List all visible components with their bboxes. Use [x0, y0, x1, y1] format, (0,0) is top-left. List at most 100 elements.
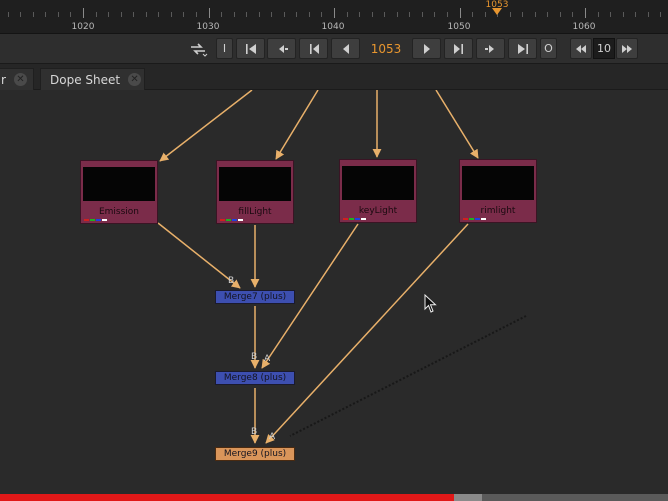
- channel-indicator: [463, 218, 486, 220]
- merge-node-merge8[interactable]: Merge8 (plus): [215, 371, 295, 385]
- render-progress-buffer: [454, 494, 483, 501]
- ruler-tick: [547, 12, 549, 17]
- ruler-tick: [484, 12, 486, 17]
- ruler-tick: [145, 12, 147, 17]
- ruler-tick: [221, 12, 223, 17]
- ruler-tick: [271, 12, 273, 17]
- node-label: keyLight: [358, 206, 398, 216]
- ruler-tick: [434, 12, 436, 17]
- ruler-tick: [258, 12, 260, 17]
- play-backward-icon: [342, 43, 349, 54]
- step-forward-button[interactable]: [444, 38, 473, 59]
- playhead-marker[interactable]: [492, 8, 502, 15]
- edge-rimlight-merge9: [265, 223, 469, 444]
- play-icon: [423, 43, 430, 54]
- ruler-tick: [7, 12, 9, 17]
- next-keyframe-icon: [484, 44, 494, 53]
- out-point-label: O: [544, 42, 553, 55]
- set-in-point-button[interactable]: I: [216, 38, 233, 59]
- play-backward-button[interactable]: [331, 38, 360, 59]
- ruler-tick: [660, 12, 662, 17]
- merge-node-merge7[interactable]: Merge7 (plus): [215, 290, 295, 304]
- ruler-tick: [45, 12, 47, 17]
- ruler-label-1020: 1020: [71, 22, 95, 32]
- step-back-button[interactable]: [299, 38, 328, 59]
- playback-toolbar: I 1053 O 10: [0, 34, 668, 64]
- render-progress-fill: [0, 494, 455, 501]
- read-node-rimlight[interactable]: rimlight: [459, 159, 537, 223]
- read-node-keylight[interactable]: keyLight: [339, 159, 417, 223]
- ruler-tick: [296, 12, 298, 17]
- panel-tab-bar: r ✕ Dope Sheet ✕: [0, 64, 668, 90]
- skip-back-increment-button[interactable]: [570, 38, 592, 59]
- skip-forward-increment-button[interactable]: [616, 38, 638, 59]
- ruler-tick: [396, 12, 398, 17]
- tab-label: Dope Sheet: [50, 72, 121, 87]
- ruler-label-1040: 1040: [321, 22, 345, 32]
- ruler-tick: [133, 12, 135, 17]
- set-out-point-button[interactable]: O: [540, 38, 557, 59]
- ruler-tick: [346, 12, 348, 17]
- ruler-tick: [559, 12, 561, 17]
- skip-to-start-icon: [245, 43, 256, 54]
- ruler-tick: [158, 12, 160, 17]
- previous-keyframe-button[interactable]: [267, 38, 296, 59]
- current-frame-field[interactable]: 1053: [364, 38, 408, 59]
- merge-node-merge9[interactable]: Merge9 (plus): [215, 447, 295, 461]
- step-back-icon: [309, 43, 319, 54]
- play-forward-button[interactable]: [412, 38, 441, 59]
- read-node-emission[interactable]: Emission: [80, 160, 158, 224]
- edge-into-filllight: [275, 90, 319, 160]
- ruler-tick: [32, 12, 34, 17]
- merge7-input-b-label: B: [228, 276, 235, 286]
- nuke-window: 1020 1030 1040 1050 1060 1053 I 1053 O 1…: [0, 0, 668, 501]
- ruler-tick: [246, 12, 248, 17]
- node-label: Emission: [98, 207, 140, 217]
- tab-dope-sheet[interactable]: Dope Sheet ✕: [40, 68, 145, 90]
- ruler-tick: [597, 12, 599, 17]
- rewind-icon: [576, 44, 586, 53]
- node-thumbnail: [462, 166, 534, 200]
- ruler-tick: [233, 12, 235, 17]
- ruler-tick: [371, 12, 373, 17]
- ruler-tick: [635, 12, 637, 17]
- ruler-tick: [20, 12, 22, 17]
- ruler-tick: [120, 12, 122, 17]
- ruler-tick: [359, 12, 361, 17]
- ruler-tick: [509, 12, 511, 17]
- read-node-filllight[interactable]: fillLight: [216, 160, 294, 224]
- ruler-label-1050: 1050: [447, 22, 471, 32]
- fast-forward-icon: [622, 44, 632, 53]
- node-graph[interactable]: Emission fillLight keyLight rimlight B M…: [0, 90, 668, 494]
- ruler-tick: [57, 12, 59, 17]
- tab-label: r: [1, 72, 6, 87]
- close-icon[interactable]: ✕: [128, 73, 142, 86]
- ruler-tick: [83, 8, 84, 18]
- ruler-tick: [472, 12, 474, 17]
- goto-start-button[interactable]: [236, 38, 265, 59]
- tab-partial[interactable]: r ✕: [0, 68, 34, 90]
- node-label: Merge7 (plus): [223, 292, 287, 302]
- timeline-ruler[interactable]: 1020 1030 1040 1050 1060 1053: [0, 0, 668, 34]
- goto-end-button[interactable]: [508, 38, 537, 59]
- ruler-tick: [622, 12, 624, 17]
- node-thumbnail: [219, 167, 291, 201]
- ruler-tick: [610, 12, 612, 17]
- ruler-tick: [308, 12, 310, 17]
- ruler-tick: [183, 12, 185, 17]
- ruler-tick: [534, 12, 536, 17]
- close-icon[interactable]: ✕: [13, 73, 27, 86]
- ruler-tick: [384, 12, 386, 17]
- ruler-label-1060: 1060: [572, 22, 596, 32]
- merge9-input-b-label: B: [251, 427, 258, 437]
- loop-mode-button[interactable]: [186, 38, 210, 59]
- edge-into-emission: [159, 90, 253, 162]
- skip-to-end-icon: [517, 43, 528, 54]
- merge8-input-b-label: B: [251, 352, 258, 362]
- next-keyframe-button[interactable]: [476, 38, 505, 59]
- viewer-link-dotted: [289, 315, 527, 437]
- merge9-input-a-label: A: [269, 432, 276, 442]
- node-thumbnail: [83, 167, 155, 201]
- frame-increment-field[interactable]: 10: [593, 38, 615, 59]
- ruler-tick: [334, 8, 335, 18]
